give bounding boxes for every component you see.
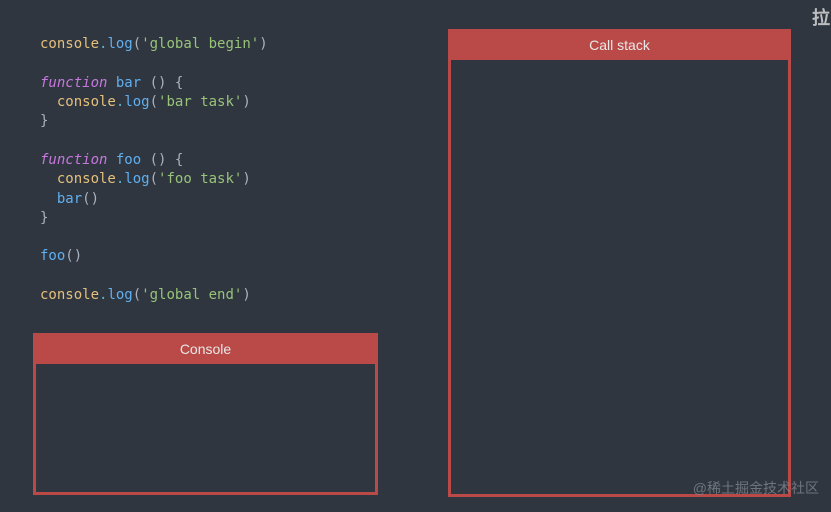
code-token: ( [133, 287, 141, 303]
watermark-bottom: @稀土掘金技术社区 [693, 478, 819, 498]
code-token: console [57, 171, 116, 187]
console-panel: Console [33, 333, 378, 495]
code-token: 'global end' [141, 287, 242, 303]
code-token: ( [150, 171, 158, 187]
code-token: foo [107, 152, 149, 168]
code-token: () [82, 191, 99, 207]
code-token: console [40, 36, 99, 52]
code-token: log [107, 287, 132, 303]
callstack-panel: Call stack [448, 29, 791, 497]
code-token: log [124, 94, 149, 110]
code-token: 'bar task' [158, 94, 242, 110]
code-token: 'foo task' [158, 171, 242, 187]
code-token: bar [107, 75, 149, 91]
code-token: () { [150, 75, 184, 91]
code-token: ) [242, 287, 250, 303]
code-token: foo [40, 248, 65, 264]
code-token: console [40, 287, 99, 303]
code-token: ( [150, 94, 158, 110]
code-token: function [40, 152, 107, 168]
code-token: } [40, 210, 48, 226]
code-token: ) [242, 171, 250, 187]
code-token: function [40, 75, 107, 91]
watermark-top: 拉 [812, 4, 831, 30]
callstack-panel-header: Call stack [451, 32, 788, 60]
code-token: 'global begin' [141, 36, 259, 52]
console-panel-header: Console [36, 336, 375, 364]
code-token: ( [133, 36, 141, 52]
code-token: ) [259, 36, 267, 52]
code-block: console.log('global begin') function bar… [40, 35, 268, 305]
code-token: log [124, 171, 149, 187]
code-token: bar [57, 191, 82, 207]
code-token [40, 171, 57, 187]
callstack-panel-body [451, 60, 788, 496]
code-token: () [65, 248, 82, 264]
console-panel-body [36, 364, 375, 494]
code-token: () { [150, 152, 184, 168]
code-token: ) [242, 94, 250, 110]
code-token: console [57, 94, 116, 110]
code-token [40, 94, 57, 110]
code-token [40, 191, 57, 207]
code-token: log [107, 36, 132, 52]
code-token: } [40, 113, 48, 129]
